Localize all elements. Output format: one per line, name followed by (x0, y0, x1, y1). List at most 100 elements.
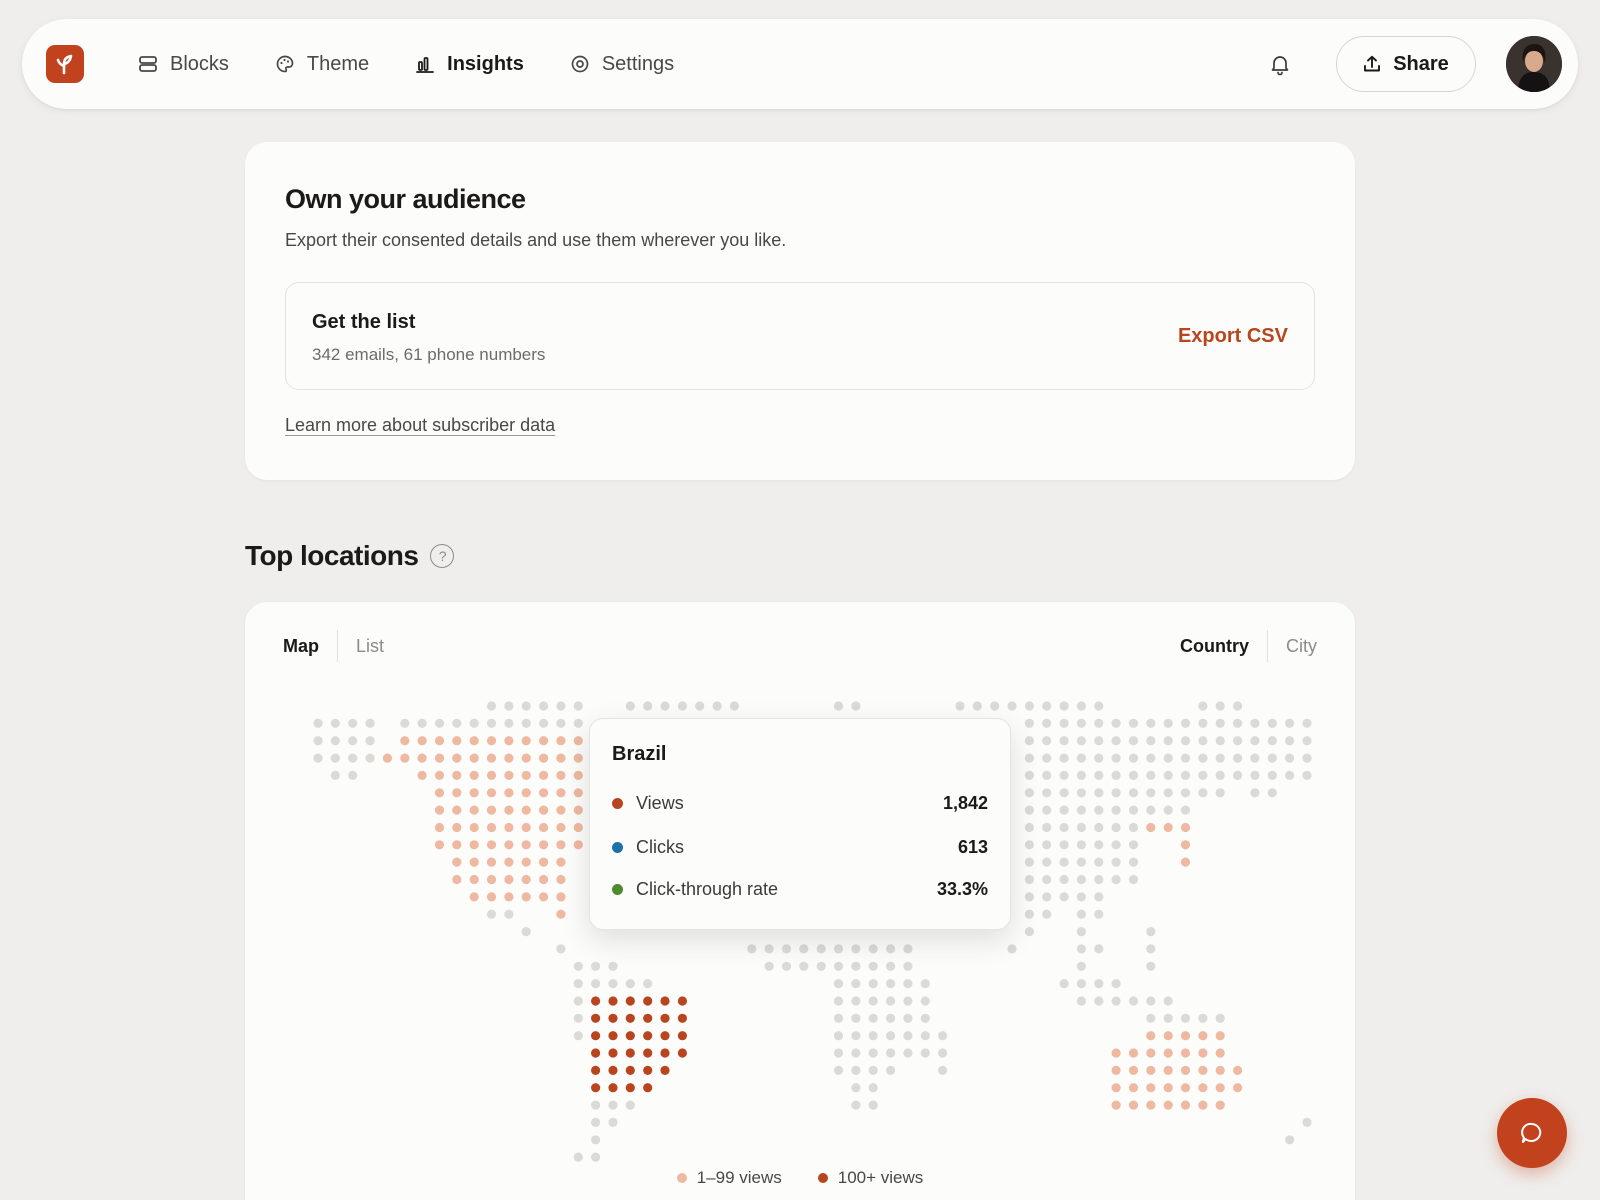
map-dot[interactable] (608, 1048, 618, 1058)
map-dot[interactable] (521, 840, 531, 850)
map-dot[interactable] (643, 1083, 653, 1093)
map-dot[interactable] (1180, 840, 1191, 850)
map-dot[interactable] (660, 996, 670, 1006)
map-dot[interactable] (643, 996, 653, 1006)
map-dot[interactable] (486, 770, 497, 780)
map-dot[interactable] (573, 840, 583, 850)
map-dot[interactable] (434, 822, 445, 833)
map-dot[interactable] (660, 1031, 670, 1041)
map-dot[interactable] (452, 857, 462, 867)
map-dot[interactable] (556, 857, 566, 867)
map-dot[interactable] (573, 770, 583, 780)
map-dot[interactable] (1163, 1065, 1173, 1075)
map-dot[interactable] (469, 805, 479, 815)
map-dot[interactable] (660, 1013, 670, 1023)
nav-item-settings[interactable]: Settings (570, 53, 674, 76)
map-dot[interactable] (486, 822, 497, 833)
map-dot[interactable] (660, 1048, 670, 1058)
map-dot[interactable] (573, 822, 583, 833)
map-dot[interactable] (1163, 1100, 1173, 1110)
map-dot[interactable] (1215, 1048, 1225, 1058)
map-dot[interactable] (452, 874, 462, 885)
map-dot[interactable] (452, 770, 462, 780)
map-dot[interactable] (1180, 857, 1191, 867)
map-dot[interactable] (504, 822, 514, 833)
map-dot[interactable] (539, 874, 549, 885)
map-dot[interactable] (677, 1031, 687, 1041)
map-dot[interactable] (486, 753, 497, 763)
map-dot[interactable] (573, 805, 583, 815)
map-dot[interactable] (382, 753, 392, 763)
map-dot[interactable] (1163, 1031, 1173, 1041)
map-dot[interactable] (504, 857, 514, 867)
learn-more-link[interactable]: Learn more about subscriber data (285, 415, 555, 436)
map-dot[interactable] (1180, 1083, 1191, 1093)
map-dot[interactable] (591, 1065, 601, 1075)
map-dot[interactable] (608, 1083, 618, 1093)
map-dot[interactable] (1146, 1065, 1156, 1075)
export-csv-button[interactable]: Export CSV (1178, 325, 1288, 348)
map-dot[interactable] (1111, 1083, 1121, 1093)
map-dot[interactable] (1163, 1048, 1173, 1058)
map-dot[interactable] (469, 788, 479, 798)
map-dot[interactable] (539, 753, 549, 763)
map-dot[interactable] (486, 840, 497, 850)
map-dot[interactable] (1198, 1048, 1208, 1058)
map-dot[interactable] (608, 1031, 618, 1041)
map-dot[interactable] (1215, 1100, 1225, 1110)
map-dot[interactable] (539, 857, 549, 867)
map-dot[interactable] (521, 770, 531, 780)
map-dot[interactable] (434, 770, 445, 780)
map-dot[interactable] (521, 857, 531, 867)
chat-button[interactable] (1497, 1098, 1567, 1168)
map-dot[interactable] (625, 996, 635, 1006)
map-dot[interactable] (469, 736, 479, 746)
map-dot[interactable] (521, 892, 531, 902)
map-dot[interactable] (469, 874, 479, 885)
map-dot[interactable] (504, 840, 514, 850)
map-dot[interactable] (434, 840, 445, 850)
map-dot[interactable] (1111, 1100, 1121, 1110)
map-dot[interactable] (504, 874, 514, 885)
map-dot[interactable] (521, 788, 531, 798)
map-dot[interactable] (452, 840, 462, 850)
map-dot[interactable] (1111, 1065, 1121, 1075)
map-dot[interactable] (643, 1031, 653, 1041)
map-dot[interactable] (573, 736, 583, 746)
map-dot[interactable] (591, 1031, 601, 1041)
map-dot[interactable] (1146, 1083, 1156, 1093)
map-dot[interactable] (434, 753, 445, 763)
map-dot[interactable] (660, 1065, 670, 1075)
map-dot[interactable] (539, 736, 549, 746)
map-dot[interactable] (1198, 1031, 1208, 1041)
nav-item-theme[interactable]: Theme (275, 53, 369, 76)
map-dot[interactable] (434, 736, 445, 746)
map-dot[interactable] (1215, 1065, 1225, 1075)
map-dot[interactable] (1180, 1100, 1191, 1110)
map-dot[interactable] (452, 753, 462, 763)
map-dot[interactable] (643, 1048, 653, 1058)
map-dot[interactable] (556, 840, 566, 850)
map-dot[interactable] (1180, 1065, 1191, 1075)
map-dot[interactable] (417, 753, 427, 763)
map-dot[interactable] (625, 1065, 635, 1075)
map-dot[interactable] (521, 736, 531, 746)
map-dot[interactable] (486, 874, 497, 885)
map-dot[interactable] (556, 770, 566, 780)
help-icon[interactable]: ? (430, 544, 455, 568)
map-dot[interactable] (1233, 1083, 1243, 1093)
map-dot[interactable] (1180, 822, 1191, 833)
map-dot[interactable] (1128, 1100, 1139, 1110)
map-dot[interactable] (1111, 1048, 1121, 1058)
map-dot[interactable] (1163, 1083, 1173, 1093)
map-dot[interactable] (539, 770, 549, 780)
map-dot[interactable] (504, 753, 514, 763)
bell-icon[interactable] (1268, 52, 1292, 76)
map-dot[interactable] (1233, 1065, 1243, 1075)
map-dot[interactable] (643, 1013, 653, 1023)
map-dot[interactable] (1180, 1031, 1191, 1041)
map-dot[interactable] (417, 736, 427, 746)
map-dot[interactable] (1215, 1031, 1225, 1041)
map-dot[interactable] (539, 788, 549, 798)
map-dot[interactable] (539, 805, 549, 815)
